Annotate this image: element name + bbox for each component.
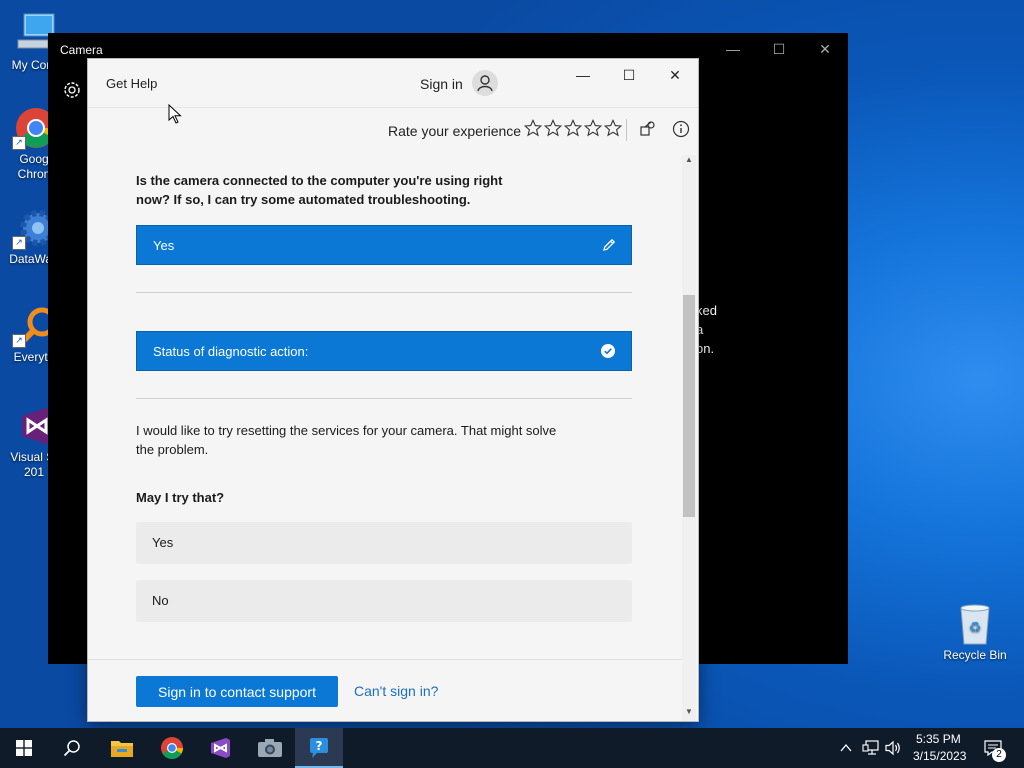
section-divider: [136, 398, 632, 399]
rate-experience-label: Rate your experience: [388, 123, 522, 139]
section-divider: [136, 292, 632, 293]
scroll-up-arrow-icon[interactable]: ▲: [684, 155, 694, 167]
option-no-button[interactable]: No: [136, 580, 632, 622]
svg-text:?: ?: [316, 739, 323, 753]
chevron-up-icon[interactable]: [840, 742, 852, 754]
maximize-button[interactable]: ☐: [606, 59, 652, 91]
volume-icon[interactable]: [884, 740, 902, 756]
chrome-icon: [161, 737, 183, 759]
start-icon: [16, 740, 32, 756]
rating-divider: [626, 119, 627, 141]
shortcut-arrow-icon: ↗: [12, 334, 26, 348]
star-5-icon[interactable]: [604, 119, 622, 137]
option-yes-button[interactable]: Yes: [136, 522, 632, 564]
get-help-window: Get Help Sign in — ☐ ✕ Rate your experie…: [87, 58, 699, 722]
star-1-icon[interactable]: [524, 119, 542, 137]
taskbar-file-explorer[interactable]: [98, 728, 146, 768]
camera-message-text: ked a on.: [696, 303, 717, 356]
taskbar-search-button[interactable]: [48, 728, 96, 768]
get-help-title: Get Help: [106, 76, 158, 91]
answer-yes-label: Yes: [153, 238, 175, 253]
share-link-icon[interactable]: [639, 120, 657, 138]
scroll-down-arrow-icon[interactable]: ▼: [684, 707, 694, 719]
visual-studio-icon: [211, 738, 230, 758]
clock-date[interactable]: 3/15/2023: [913, 749, 966, 763]
pencil-edit-icon[interactable]: [601, 237, 617, 253]
star-2-icon[interactable]: [544, 119, 562, 137]
mouse-cursor-icon: [168, 104, 182, 124]
desktop-icon-recycle-bin[interactable]: ♻ Recycle Bin: [935, 602, 1015, 663]
content-scrollbar[interactable]: ▲ ▼: [682, 155, 696, 721]
person-icon: [477, 75, 493, 92]
clock-time[interactable]: 5:35 PM: [916, 732, 961, 746]
taskbar-visual-studio[interactable]: [196, 728, 244, 768]
camera-window-title: Camera: [60, 43, 103, 57]
shortcut-arrow-icon: ↗: [12, 136, 26, 150]
camera-close-button[interactable]: ✕: [802, 33, 848, 65]
diagnostic-status-label: Status of diagnostic action:: [153, 344, 309, 359]
taskbar: ? 5:35 PM 3/15/2023 2: [0, 728, 1024, 768]
chat-content: Is the camera connected to the computer …: [88, 149, 682, 659]
answer-yes-selected[interactable]: Yes: [136, 225, 632, 265]
star-3-icon[interactable]: [564, 119, 582, 137]
question-may-i-try: May I try that?: [136, 490, 225, 505]
taskbar-chrome[interactable]: [148, 728, 196, 768]
camera-maximize-button[interactable]: ☐: [756, 33, 802, 65]
recycle-bin-icon: ♻: [953, 602, 997, 646]
search-icon: [63, 740, 80, 757]
start-button[interactable]: [0, 728, 48, 768]
sign-in-contact-support-button[interactable]: Sign in to contact support: [136, 676, 338, 707]
minimize-button[interactable]: —: [560, 59, 606, 91]
settings-gear-icon[interactable]: [61, 79, 83, 101]
get-help-titlebar[interactable]: Get Help Sign in — ☐ ✕: [88, 59, 698, 108]
file-explorer-icon: [111, 741, 133, 757]
support-footer: Sign in to contact support Can't sign in…: [88, 659, 682, 721]
option-yes-label: Yes: [152, 535, 174, 550]
avatar[interactable]: [472, 70, 498, 96]
svg-text:♻: ♻: [969, 620, 982, 636]
option-no-label: No: [152, 593, 169, 608]
shortcut-arrow-icon: ↗: [12, 236, 26, 250]
star-4-icon[interactable]: [584, 119, 602, 137]
notification-count-badge: 2: [992, 748, 1006, 762]
sign-in-link[interactable]: Sign in: [420, 76, 463, 92]
close-button[interactable]: ✕: [652, 59, 698, 91]
camera-minimize-button[interactable]: —: [710, 33, 756, 65]
get-help-icon: ?: [310, 738, 328, 758]
cant-sign-in-link[interactable]: Can't sign in?: [354, 683, 438, 699]
diagnostic-status-bar: Status of diagnostic action:: [136, 331, 632, 371]
network-icon[interactable]: [862, 740, 880, 756]
taskbar-camera[interactable]: [246, 728, 294, 768]
info-icon[interactable]: [672, 120, 690, 138]
taskbar-get-help[interactable]: ?: [295, 728, 343, 768]
question-camera-connected: Is the camera connected to the computer …: [136, 173, 503, 207]
camera-icon: [258, 739, 282, 757]
check-circle-icon: [601, 344, 615, 358]
reset-services-message: I would like to try resetting the servic…: [136, 423, 557, 457]
scroll-thumb[interactable]: [683, 295, 695, 517]
